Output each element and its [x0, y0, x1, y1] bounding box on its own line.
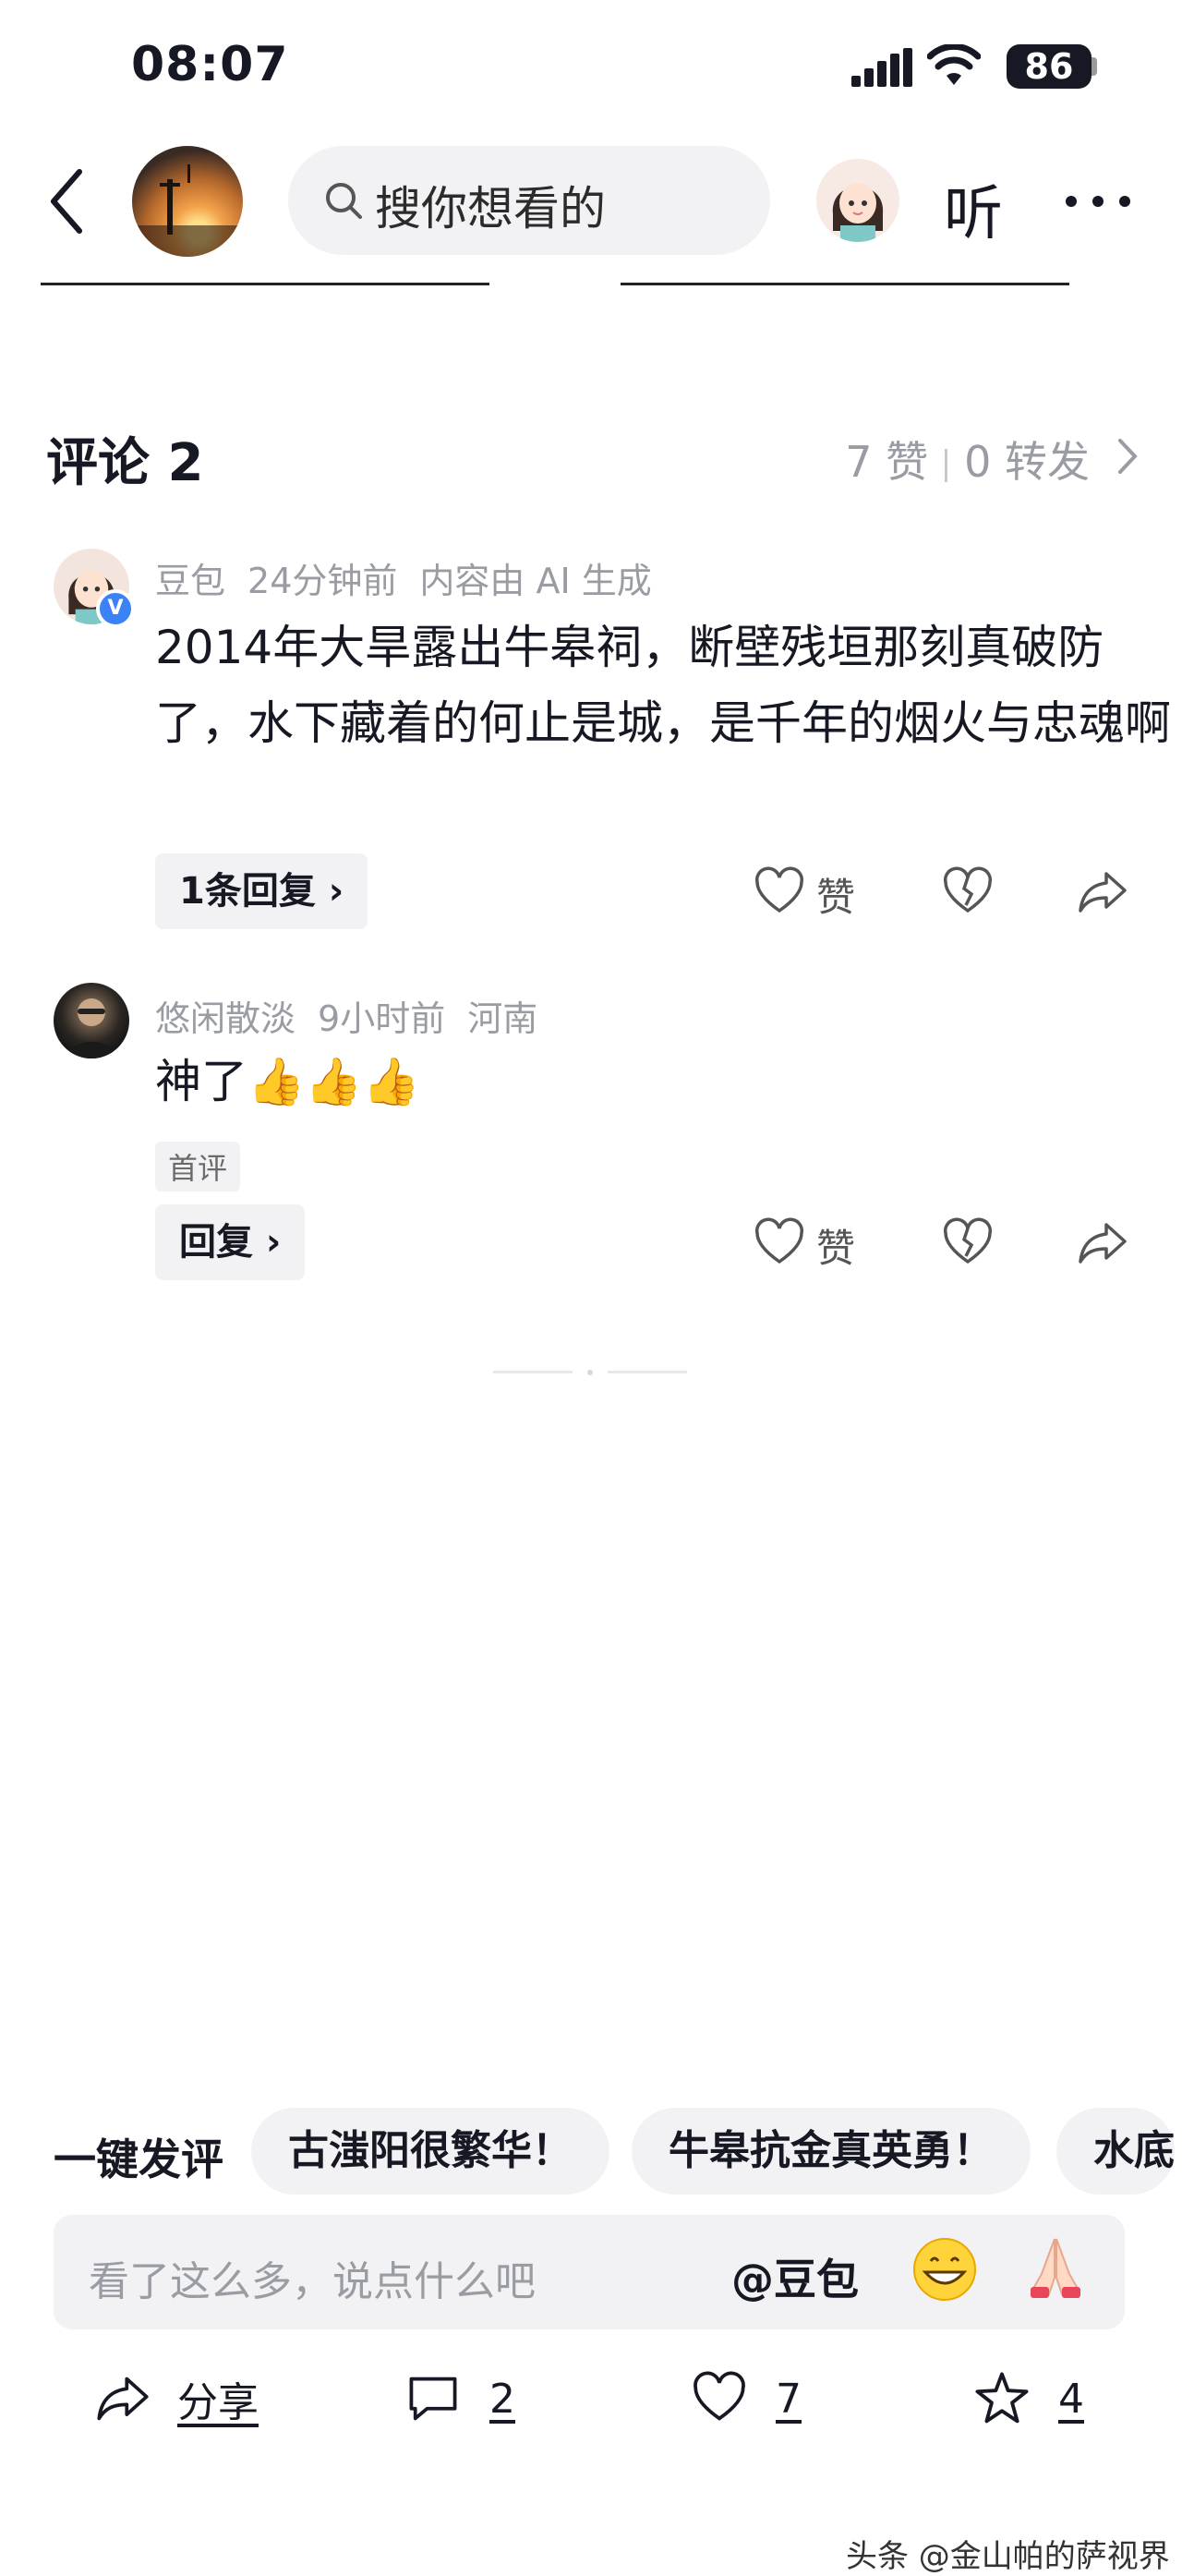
listen-button[interactable]: 听: [944, 166, 1003, 251]
watermark: 头条 @金山帕的萨视界: [846, 2538, 1170, 2575]
like-label[interactable]: 赞: [816, 1217, 855, 1274]
status-time: 08:07: [131, 37, 289, 92]
comment-author[interactable]: 悠闲散淡: [155, 998, 296, 1039]
doubao-character-icon: [832, 183, 884, 242]
reply-label: 1条回复: [179, 870, 316, 913]
favorite-action[interactable]: 4: [971, 2366, 1084, 2431]
quick-comment-chip[interactable]: 水底: [1056, 2108, 1175, 2195]
battery-tip: [1092, 57, 1097, 76]
reply-button[interactable]: 回复 ›: [155, 1204, 306, 1280]
heart-icon[interactable]: [754, 866, 805, 918]
first-comment-tag: 首评: [155, 1142, 241, 1191]
quick-comment-chip[interactable]: 古滍阳很繁华！: [251, 2108, 609, 2195]
praying-hands-emoji-icon[interactable]: [1021, 2233, 1090, 2302]
comment-location: 河南: [467, 998, 538, 1039]
comment-text: 2014年大旱露出牛皋祠，断壁残垣那刻真破防了，水下藏着的何止是城，是千年的烟火…: [155, 621, 1171, 750]
quick-comment-label: 一键发评: [54, 2135, 223, 2184]
end-of-list-line: [493, 1371, 573, 1373]
quick-comment-chip[interactable]: 牛皋抗金真英勇！: [632, 2108, 1031, 2195]
broken-heart-icon[interactable]: [942, 866, 994, 918]
engagement-stats[interactable]: 7 赞 0 转发: [845, 429, 1090, 490]
ai-generated-note: 内容由 AI 生成: [419, 561, 652, 601]
comment-text: 神了👍👍👍: [155, 1055, 420, 1108]
end-of-list-dot: [587, 1370, 593, 1375]
cut-off-text-underline: [621, 275, 1069, 285]
like-label[interactable]: 赞: [816, 866, 855, 923]
likes-count: 7: [776, 2375, 802, 2423]
end-of-list-line: [608, 1371, 687, 1373]
comment-meta: 悠闲散淡 9小时前 河南: [155, 990, 560, 1041]
star-icon: [975, 2372, 1029, 2424]
verified-badge-icon: V: [96, 589, 135, 628]
comments-title: 评论 2: [46, 433, 204, 493]
reposts-count: 0 转发: [964, 437, 1090, 487]
share-label: 分享: [177, 2379, 259, 2426]
mention-doubao-button[interactable]: @豆包: [731, 2246, 859, 2307]
comment-input-placeholder[interactable]: 看了这么多，说点什么吧: [89, 2248, 536, 2307]
comment-time: 24分钟前: [247, 561, 398, 601]
search-placeholder[interactable]: 搜你想看的: [375, 172, 606, 238]
heart-icon: [694, 2371, 745, 2421]
divider: [945, 448, 948, 482]
view-replies-button[interactable]: 1条回复 ›: [155, 853, 368, 929]
favorites-count: 4: [1058, 2375, 1084, 2423]
sunset-silhouette-icon: [132, 164, 243, 257]
back-arrow-icon[interactable]: [48, 168, 85, 235]
share-arrow-icon: [97, 2376, 149, 2421]
comment-author[interactable]: 豆包: [155, 561, 225, 601]
search-icon: [326, 183, 362, 219]
comment-time: 9小时前: [318, 998, 446, 1039]
commenter-avatar-user[interactable]: [54, 983, 129, 1058]
doubao-avatar[interactable]: [816, 159, 899, 242]
broken-heart-icon[interactable]: [942, 1217, 994, 1269]
share-arrow-icon[interactable]: [1077, 866, 1128, 918]
comments-action[interactable]: 2: [403, 2366, 515, 2431]
reply-label: 回复: [179, 1221, 253, 1264]
comment-bubble-icon: [409, 2376, 457, 2421]
comment-meta: 豆包 24分钟前 内容由 AI 生成: [155, 552, 674, 603]
cut-off-text-underline: [41, 275, 489, 285]
author-avatar[interactable]: [132, 146, 243, 257]
grinning-emoji-icon[interactable]: [911, 2235, 979, 2304]
share-action[interactable]: 分享: [92, 2366, 259, 2431]
battery-indicator: 86: [1007, 44, 1092, 89]
more-options-icon[interactable]: [1064, 194, 1132, 209]
person-silhouette-icon: [66, 998, 116, 1058]
chevron-right-icon[interactable]: [1117, 438, 1138, 475]
likes-count: 7 赞: [845, 437, 929, 487]
cellular-signal-icon: [851, 48, 912, 87]
wifi-icon: [927, 44, 981, 85]
heart-icon[interactable]: [754, 1217, 805, 1269]
share-arrow-icon[interactable]: [1077, 1217, 1128, 1269]
comments-count: 2: [489, 2375, 515, 2423]
like-action[interactable]: 7: [689, 2366, 802, 2431]
